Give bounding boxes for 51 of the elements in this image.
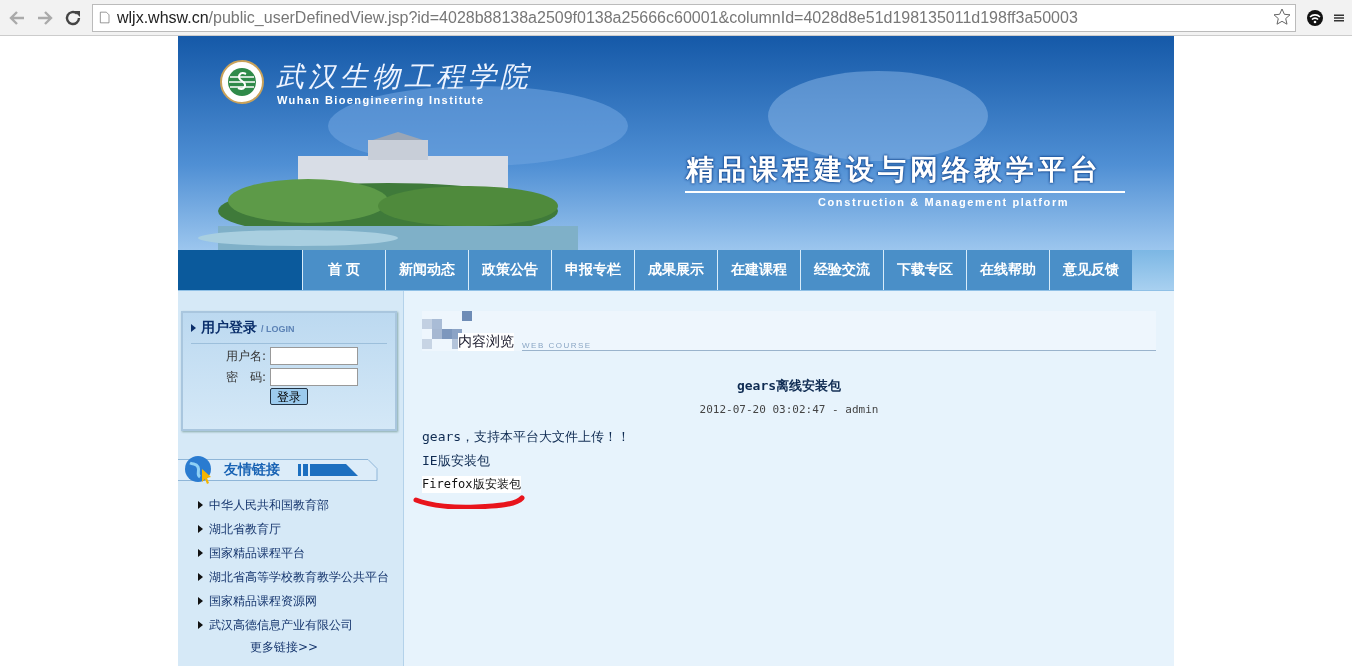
username-field[interactable] <box>270 347 358 365</box>
site-subtitle: Construction & Management platform <box>818 196 1070 208</box>
login-button[interactable]: 登录 <box>270 388 308 405</box>
page-icon <box>99 10 111 25</box>
nav-tab[interactable]: 政策公告 <box>468 250 551 290</box>
more-links-link[interactable]: 更多链接>> <box>250 639 403 656</box>
login-title: 用户登录 <box>201 319 257 337</box>
triangle-icon <box>198 501 203 509</box>
site-title: 精品课程建设与网络教学平台 <box>686 152 1102 188</box>
username-label: 用户名: <box>224 347 266 365</box>
article-title: gears离线安装包 <box>735 377 843 395</box>
school-name: 武汉生物工程学院 <box>276 59 532 95</box>
triangle-icon <box>198 525 203 533</box>
bar-decoration-icon <box>298 464 358 476</box>
article-text: IE版安装包 <box>422 452 490 470</box>
nav-tab[interactable]: 经验交流 <box>800 250 883 290</box>
friend-link[interactable]: 中华人民共和国教育部 <box>209 496 329 514</box>
login-title-english: / LOGIN <box>261 324 295 334</box>
reload-icon[interactable] <box>64 8 82 27</box>
nav-tab[interactable]: 下载专区 <box>883 250 966 290</box>
friend-link[interactable]: 武汉高德信息产业有限公司 <box>209 616 353 634</box>
friend-link[interactable]: 湖北省教育厅 <box>209 520 281 538</box>
section-title: 内容浏览 <box>458 333 514 351</box>
school-name-english: Wuhan Bioengineering Institute <box>277 94 485 106</box>
triangle-icon <box>191 324 197 332</box>
nav-tab[interactable]: 成果展示 <box>634 250 717 290</box>
nav-tab[interactable]: 在建课程 <box>717 250 800 290</box>
nav-tab[interactable]: 在线帮助 <box>966 250 1049 290</box>
globe-icon <box>184 455 214 485</box>
article-meta: 2012-07-20 03:02:47 - admin <box>698 403 880 416</box>
password-field[interactable] <box>270 368 358 386</box>
nav-tab[interactable]: 申报专栏 <box>551 250 634 290</box>
friend-link[interactable]: 国家精品课程平台 <box>209 544 305 562</box>
nav-tab[interactable]: 意见反馈 <box>1049 250 1132 290</box>
mosaic-icon <box>422 311 472 351</box>
triangle-icon <box>198 621 203 629</box>
article-text: Firefox版安装包 <box>422 476 521 493</box>
friend-link[interactable]: 湖北省高等学校教育教学公共平台 <box>209 568 389 586</box>
friend-link[interactable]: 国家精品课程资源网 <box>209 592 317 610</box>
star-icon[interactable] <box>1273 7 1291 26</box>
section-title-english: WEB COURSE <box>522 341 1156 351</box>
password-label: 密 码: <box>224 368 266 386</box>
nav-tab[interactable]: 新闻动态 <box>385 250 468 290</box>
triangle-icon <box>198 597 203 605</box>
links-title: 友情链接 <box>224 461 280 479</box>
nav-tab[interactable]: 首 页 <box>302 250 385 290</box>
triangle-icon <box>198 573 203 581</box>
address-bar[interactable]: wljx.whsw.cn/public_userDefinedView.jsp?id=4028b88138a2509f0138a25666c60001&columnId=4028d8e51d198135011d198ff3a50003 <box>92 3 1296 32</box>
triangle-icon <box>198 549 203 557</box>
article-text: gears，支持本平台大文件上传！！ <box>422 428 631 446</box>
logo-icon <box>220 60 264 104</box>
